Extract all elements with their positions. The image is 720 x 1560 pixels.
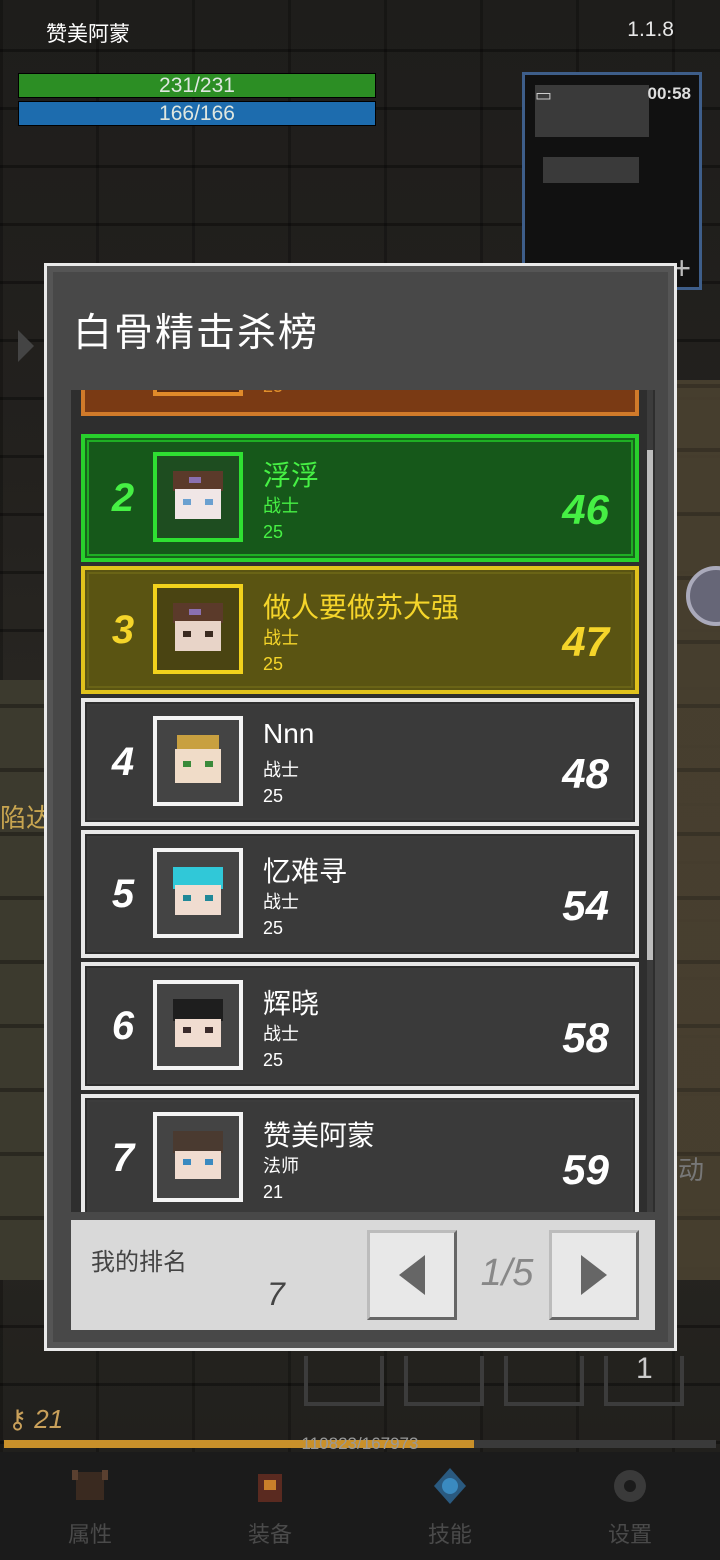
row-score: 59 xyxy=(562,1146,609,1193)
side-label-right: 动 xyxy=(678,1155,705,1185)
leaderboard-row[interactable]: 5 忆难寻 战士 25 54 xyxy=(81,830,639,958)
row-level: 25 xyxy=(263,786,284,806)
skill-icon xyxy=(434,1468,466,1504)
minimap-room xyxy=(535,85,649,137)
version-label: 1.1.8 xyxy=(627,18,674,41)
row-rank: 5 xyxy=(111,872,135,916)
row-name: 做人要做苏大强 xyxy=(263,592,460,623)
my-rank-value: 7 xyxy=(267,1276,285,1312)
bag-icon xyxy=(258,1474,282,1502)
tab-label: 技能 xyxy=(427,1522,472,1547)
dungeon-wall-right xyxy=(676,380,720,1280)
leaderboard-row[interactable]: 3 做人要做苏大强 战士 25 47 xyxy=(81,566,639,694)
row-score: 46 xyxy=(562,486,609,533)
row-name: 赞美阿蒙 xyxy=(263,1120,376,1151)
row-rank: 7 xyxy=(111,1136,135,1180)
list-scrollbar[interactable] xyxy=(647,390,653,1212)
row-level: 25 xyxy=(263,390,283,397)
row-score: 47 xyxy=(562,618,609,665)
minimap[interactable]: ▭ 00:58 + xyxy=(522,72,702,290)
leaderboard-panel: 白骨精击杀榜 25 2 浮浮 战士 25 46 3 xyxy=(44,263,677,1351)
row-rank: 6 xyxy=(111,1004,135,1048)
row-level: 21 xyxy=(263,1182,284,1202)
side-arrow-icon[interactable] xyxy=(18,330,34,362)
row-score: 54 xyxy=(562,882,609,929)
row-class: 战士 xyxy=(263,496,299,516)
row-score: 48 xyxy=(562,750,609,797)
row-name: Nnn xyxy=(263,718,315,749)
tab-equipment[interactable]: 装备 xyxy=(210,1466,330,1549)
player-level: ⚷ 21 xyxy=(8,1404,63,1435)
leaderboard-row[interactable]: 6 辉晓 战士 25 58 xyxy=(81,962,639,1090)
my-rank-label: 我的排名 xyxy=(91,1249,187,1276)
slot-number: 1 xyxy=(636,1352,653,1385)
leaderboard-row[interactable]: 4 Nnn 战士 25 48 xyxy=(81,698,639,826)
tab-label: 装备 xyxy=(247,1522,292,1547)
battery-icon: ▭ xyxy=(535,85,553,105)
avatar-icon xyxy=(153,848,243,938)
bottom-tab-bar: 属性 装备 技能 设置 xyxy=(0,1452,720,1560)
skill-slot[interactable] xyxy=(504,1356,584,1406)
leaderboard-row[interactable]: 25 xyxy=(81,390,639,416)
tab-attributes[interactable]: 属性 xyxy=(30,1466,150,1549)
row-name: 浮浮 xyxy=(263,460,320,491)
tab-label: 属性 xyxy=(67,1522,112,1547)
panel-title: 白骨精击杀榜 xyxy=(73,312,320,355)
player-level-value: 21 xyxy=(34,1404,64,1434)
row-class: 战士 xyxy=(263,760,299,780)
avatar-icon xyxy=(153,452,243,542)
row-name: 忆难寻 xyxy=(263,856,348,887)
leaderboard-row[interactable]: 2 浮浮 战士 25 46 xyxy=(81,434,639,562)
row-rank: 3 xyxy=(111,608,135,652)
key-icon: ⚷ xyxy=(8,1404,28,1434)
hp-bar: 231/231 xyxy=(18,73,376,98)
avatar-icon xyxy=(153,980,243,1070)
prev-page-button[interactable] xyxy=(367,1230,457,1320)
row-class: 战士 xyxy=(263,1024,299,1044)
row-score: 58 xyxy=(562,1014,609,1061)
arrow-right-icon xyxy=(581,1255,607,1295)
row-class: 法师 xyxy=(263,1156,299,1176)
row-rank: 4 xyxy=(111,740,135,784)
status-bar: 赞美阿蒙 1.1.8 xyxy=(0,14,720,46)
row-class: 战士 xyxy=(263,892,299,912)
leaderboard-row[interactable]: 7 赞美阿蒙 法师 21 59 xyxy=(81,1094,639,1212)
avatar-icon xyxy=(153,716,243,806)
gear-icon xyxy=(614,1470,646,1502)
row-class: 战士 xyxy=(263,628,299,648)
arrow-left-icon xyxy=(399,1255,425,1295)
tab-settings[interactable]: 设置 xyxy=(570,1466,690,1549)
minimap-room xyxy=(543,157,639,183)
scrollbar-thumb[interactable] xyxy=(647,450,653,960)
helmet-icon xyxy=(72,1470,108,1500)
player-name: 赞美阿蒙 xyxy=(46,23,130,46)
row-level: 25 xyxy=(263,1050,284,1070)
mp-bar: 166/166 xyxy=(18,101,376,126)
next-page-button[interactable] xyxy=(549,1230,639,1320)
row-rank: 2 xyxy=(111,476,135,520)
dungeon-wall-left xyxy=(0,680,44,1280)
avatar-icon xyxy=(153,390,243,396)
leaderboard-list[interactable]: 25 2 浮浮 战士 25 46 3 做人要做苏大强 战士 25 4 xyxy=(71,390,655,1212)
row-name: 辉晓 xyxy=(263,988,320,1019)
xp-text: 110823/167973 xyxy=(301,1434,419,1453)
leaderboard-footer: 我的排名 7 1/5 xyxy=(71,1220,655,1330)
row-level: 25 xyxy=(263,918,284,938)
skill-slot[interactable] xyxy=(404,1356,484,1406)
avatar-icon xyxy=(153,584,243,674)
row-level: 25 xyxy=(263,522,284,542)
minimap-time: 00:58 xyxy=(647,84,691,103)
row-level: 25 xyxy=(263,654,284,674)
tab-skills[interactable]: 技能 xyxy=(390,1466,510,1549)
skill-slot[interactable] xyxy=(304,1356,384,1406)
tab-label: 设置 xyxy=(607,1522,652,1547)
page-indicator: 1/5 xyxy=(480,1252,534,1294)
avatar-icon xyxy=(153,1112,243,1202)
